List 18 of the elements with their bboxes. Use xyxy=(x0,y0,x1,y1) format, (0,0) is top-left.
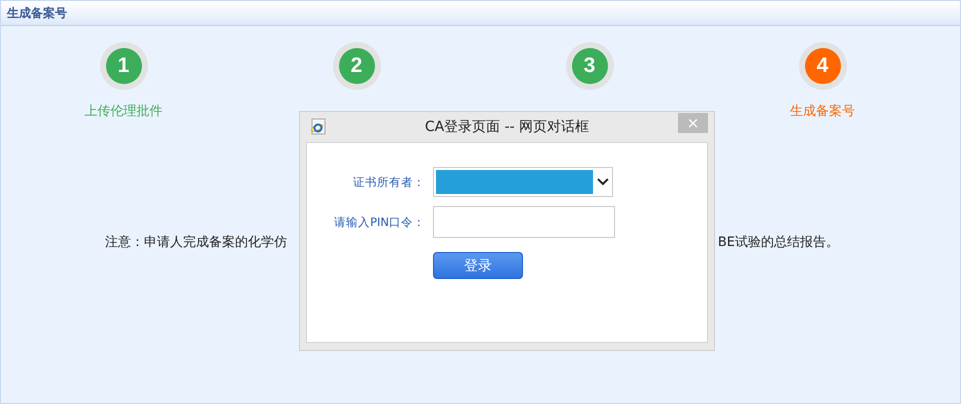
step-number: 2 xyxy=(338,48,374,84)
step-number: 1 xyxy=(106,48,142,84)
dialog-title: CA登录页面 -- 网页对话框 xyxy=(424,118,590,136)
field-label: 证书所有者： xyxy=(352,174,426,190)
step-number: 3 xyxy=(572,48,608,84)
step-number: 4 xyxy=(804,48,840,84)
chevron-down-icon xyxy=(596,177,610,187)
step-label: 生成备案号 xyxy=(790,103,855,120)
browser-icon xyxy=(310,118,326,135)
close-button[interactable]: × xyxy=(678,113,708,133)
page-title: 生成备案号 xyxy=(7,4,67,22)
pin-field[interactable] xyxy=(433,206,615,238)
certificate-select[interactable] xyxy=(433,167,613,197)
field-label: 请输入PIN口令： xyxy=(333,214,426,230)
step-label: 上传伦理批件 xyxy=(84,103,162,120)
notice-text: 注意：申请人完成备案的化学仿 xyxy=(105,234,287,251)
notice-text: BE试验的总结报告。 xyxy=(718,234,839,251)
login-button[interactable]: 登录 xyxy=(433,252,523,279)
